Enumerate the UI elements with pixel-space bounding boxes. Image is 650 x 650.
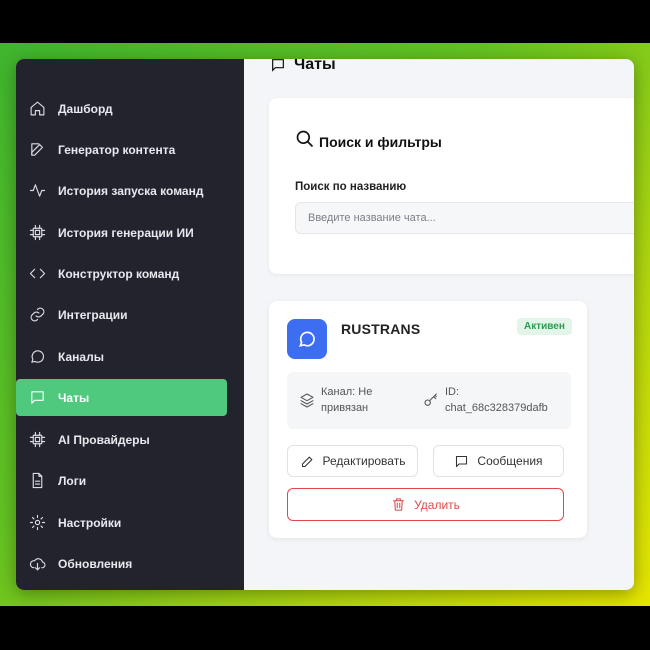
channel-info: Канал: Не привязан <box>299 384 372 416</box>
sidebar: Дашборд Генератор контента История запус… <box>16 59 244 590</box>
sidebar-item-label: Чаты <box>58 390 90 405</box>
code-icon <box>28 265 46 283</box>
sidebar-item-label: Дашборд <box>58 101 113 116</box>
cloud-download-icon <box>28 555 46 573</box>
main-content: Чаты Поиск и фильтры Поиск по названию R… <box>244 59 634 590</box>
delete-button-label: Удалить <box>414 497 460 512</box>
filters-title: Поиск и фильтры <box>295 130 442 150</box>
sidebar-item-command-builder[interactable]: Конструктор команд <box>16 255 227 292</box>
link-icon <box>28 306 46 324</box>
edit-icon <box>28 141 46 159</box>
home-icon <box>28 100 46 118</box>
messages-button[interactable]: Сообщения <box>433 445 564 477</box>
layers-icon <box>300 393 314 408</box>
pencil-icon <box>301 456 312 467</box>
chat-name: RUSTRANS <box>341 321 421 337</box>
id-value: chat_68c328379dafb <box>445 402 548 414</box>
status-badge: Активен <box>517 318 572 335</box>
sidebar-item-label: История запуска команд <box>58 183 204 198</box>
messages-button-label: Сообщения <box>477 454 543 468</box>
sidebar-item-ai-history[interactable]: История генерации ИИ <box>16 214 227 251</box>
message-circle-icon <box>299 331 315 347</box>
search-input[interactable] <box>295 202 634 234</box>
sidebar-item-label: Генератор контента <box>58 142 176 157</box>
sidebar-item-label: Каналы <box>58 349 104 364</box>
message-circle-icon <box>28 348 46 366</box>
sidebar-item-integrations[interactable]: Интеграции <box>16 296 227 333</box>
chat-avatar <box>287 319 327 359</box>
cpu-icon <box>28 431 46 449</box>
page-title-text: Чаты <box>294 59 336 73</box>
activity-icon <box>28 182 46 200</box>
edit-button-label: Редактировать <box>322 454 406 468</box>
chat-card: RUSTRANS Активен Канал: Не привязан ID: … <box>269 301 587 538</box>
sidebar-item-chats[interactable]: Чаты <box>16 379 227 416</box>
sidebar-item-channels[interactable]: Каналы <box>16 338 227 375</box>
sidebar-item-label: Конструктор команд <box>58 266 180 281</box>
channel-label: Канал: Не <box>321 386 373 398</box>
sidebar-item-label: История генерации ИИ <box>58 225 194 240</box>
message-square-icon <box>272 59 284 72</box>
chat-info-box: Канал: Не привязан ID: chat_68c328379daf… <box>287 372 571 429</box>
channel-value: привязан <box>321 402 369 414</box>
sidebar-item-command-history[interactable]: История запуска команд <box>16 172 227 209</box>
settings-icon <box>28 514 46 532</box>
sidebar-item-logs[interactable]: Логи <box>16 462 227 499</box>
sidebar-item-label: Обновления <box>58 556 133 571</box>
sidebar-item-label: AI Провайдеры <box>58 432 150 447</box>
message-square-icon <box>456 455 468 467</box>
sidebar-item-label: Логи <box>58 473 87 488</box>
key-icon <box>424 393 437 406</box>
file-text-icon <box>28 472 46 490</box>
search-label: Поиск по названию <box>295 181 407 193</box>
sidebar-item-label: Интеграции <box>58 307 128 322</box>
cpu-icon <box>28 224 46 242</box>
id-label: ID: <box>445 386 460 398</box>
trash-icon <box>393 498 405 511</box>
edit-button[interactable]: Редактировать <box>287 445 418 477</box>
sidebar-item-dashboard[interactable]: Дашборд <box>16 90 227 127</box>
sidebar-item-updates[interactable]: Обновления <box>16 545 227 582</box>
id-info: ID: chat_68c328379dafb <box>423 384 548 416</box>
search-icon <box>296 130 314 148</box>
app-window: Дашборд Генератор контента История запус… <box>16 59 634 590</box>
filters-card: Поиск и фильтры Поиск по названию <box>269 98 634 274</box>
delete-button[interactable]: Удалить <box>287 488 564 521</box>
sidebar-item-settings[interactable]: Настройки <box>16 504 227 541</box>
sidebar-item-content-generator[interactable]: Генератор контента <box>16 131 227 168</box>
filters-title-text: Поиск и фильтры <box>319 134 442 150</box>
page-title: Чаты <box>270 59 336 75</box>
sidebar-item-ai-providers[interactable]: AI Провайдеры <box>16 421 227 458</box>
message-square-icon <box>28 389 46 407</box>
sidebar-item-label: Настройки <box>58 515 122 530</box>
